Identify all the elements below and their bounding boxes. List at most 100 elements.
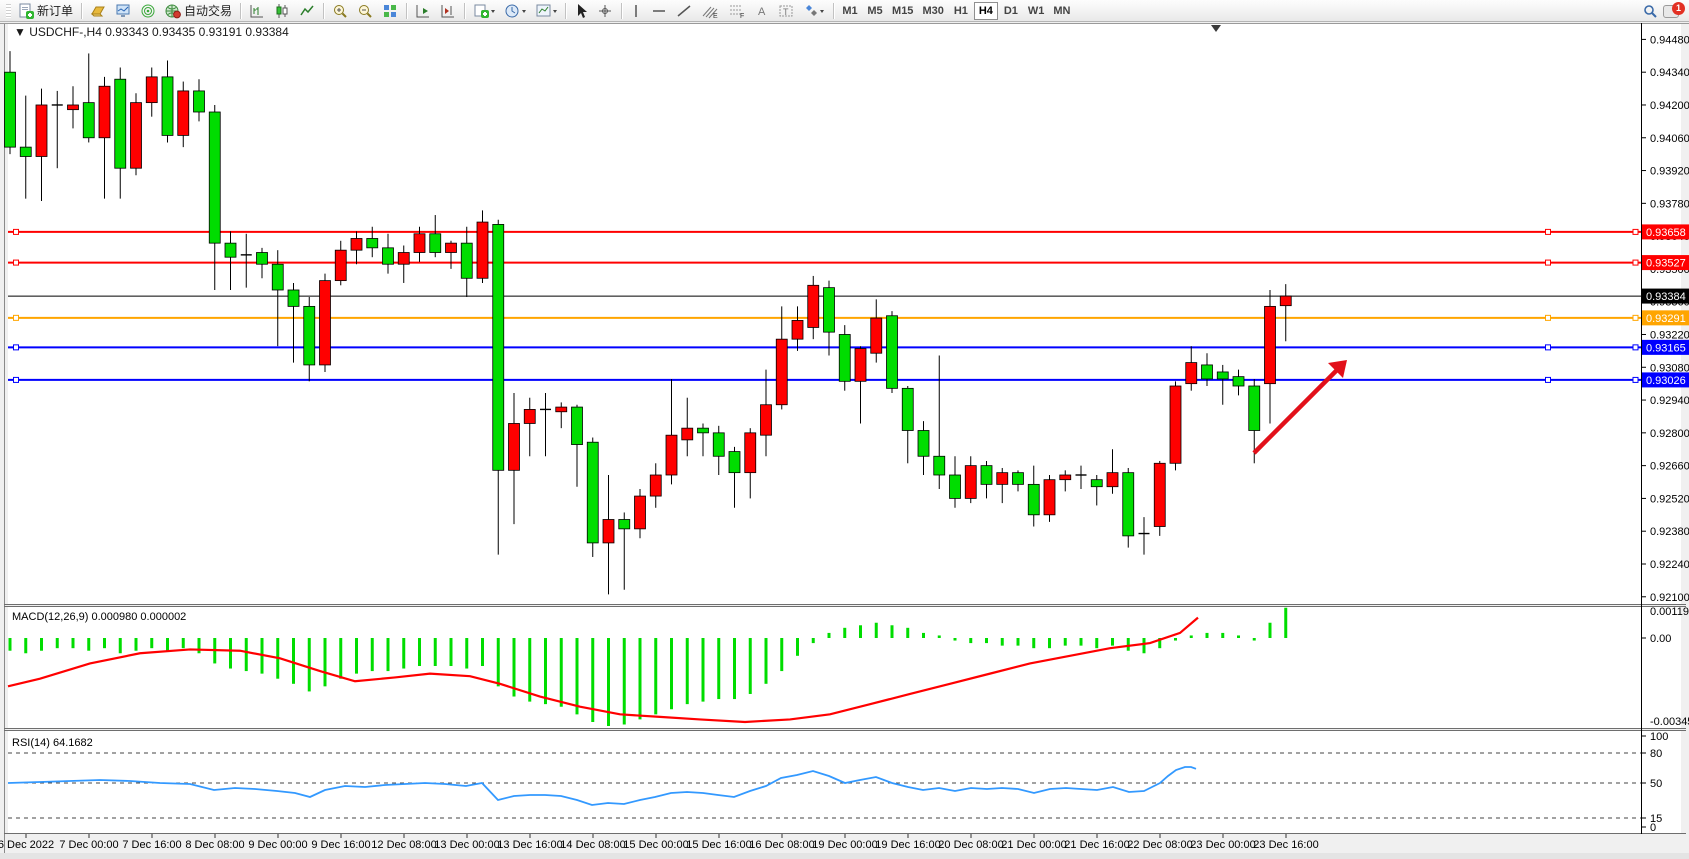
time-tick-label: 15 Dec 00:00 <box>623 839 688 851</box>
candle-bull <box>131 103 142 169</box>
vertical-line-button[interactable] <box>626 1 646 21</box>
search-button[interactable] <box>1638 1 1662 21</box>
price-tick-label: 0.92240 <box>1650 559 1689 571</box>
timeframe-D1[interactable]: D1 <box>999 2 1023 20</box>
timeframe-M30[interactable]: M30 <box>918 2 947 20</box>
fibonacci-button[interactable]: F <box>724 1 750 21</box>
time-tick-label: 23 Dec 16:00 <box>1253 839 1318 851</box>
svg-text:A: A <box>758 6 766 18</box>
price-tick-label: 0.92520 <box>1650 493 1689 505</box>
candle-bear <box>257 253 268 265</box>
time-tick-label: 21 Dec 00:00 <box>1001 839 1066 851</box>
price-tag-0.93384[interactable]: 0.93384 <box>1642 289 1689 304</box>
profile-icon <box>90 3 106 19</box>
price-tick-label: 0.94060 <box>1650 133 1689 145</box>
trendline-button[interactable] <box>672 1 696 21</box>
chart-shift-button[interactable] <box>436 1 460 21</box>
line-chart-type-button[interactable] <box>295 1 319 21</box>
price-tick-label: 0.92100 <box>1650 592 1689 604</box>
timeframe-MN[interactable]: MN <box>1049 2 1074 20</box>
market-watch-button[interactable] <box>111 1 135 21</box>
templates-button[interactable] <box>531 1 561 21</box>
candle-bear <box>587 442 598 543</box>
charts-profile-button[interactable] <box>86 1 110 21</box>
text-button[interactable]: A <box>751 1 773 21</box>
timeframe-W1[interactable]: W1 <box>1024 2 1049 20</box>
zoom-in-button[interactable] <box>328 1 352 21</box>
zoom-out-button[interactable] <box>353 1 377 21</box>
monitor-icon <box>115 3 131 19</box>
cursor-icon <box>574 3 588 19</box>
line-handle[interactable] <box>14 229 19 234</box>
candle-bear <box>918 431 929 457</box>
fibonacci-icon: F <box>728 3 746 19</box>
candle-bull <box>855 349 866 382</box>
time-tick-label: 7 Dec 16:00 <box>122 839 181 851</box>
rsi-axis-label: 50 <box>1650 778 1662 790</box>
svg-text:T: T <box>783 7 789 17</box>
text-label-button[interactable]: T <box>774 1 798 21</box>
time-axis[interactable]: 6 Dec 20227 Dec 00:007 Dec 16:008 Dec 08… <box>0 834 1689 859</box>
tile-windows-icon <box>382 3 398 19</box>
line-handle[interactable] <box>14 377 19 382</box>
candlestick-type-button[interactable] <box>270 1 294 21</box>
auto-scroll-button[interactable] <box>411 1 435 21</box>
tile-windows-button[interactable] <box>378 1 402 21</box>
line-handle[interactable] <box>1546 229 1551 234</box>
price-tick-label: 0.93780 <box>1650 198 1689 210</box>
candle-bull <box>524 409 535 423</box>
time-tick-label: 22 Dec 08:00 <box>1127 839 1192 851</box>
period-button[interactable] <box>500 1 530 21</box>
toolbar-grip[interactable] <box>6 4 11 18</box>
candle-bear <box>272 264 283 290</box>
macd-axis-zero: 0.00 <box>1650 633 1671 645</box>
horizontal-line-button[interactable] <box>647 1 671 21</box>
time-tick-label: 9 Dec 16:00 <box>311 839 370 851</box>
candle-bear <box>1217 372 1228 379</box>
line-handle[interactable] <box>1546 345 1551 350</box>
timeframe-M1[interactable]: M1 <box>838 2 862 20</box>
arrows-button[interactable] <box>799 1 829 21</box>
candle-bull <box>446 243 457 252</box>
candle-bear <box>981 466 992 485</box>
rsi-label: RSI(14) 64.1682 <box>12 737 93 749</box>
bar-chart-type-button[interactable] <box>245 1 269 21</box>
new-order-button[interactable]: 新订单 <box>14 1 77 21</box>
line-handle[interactable] <box>14 260 19 265</box>
price-tick-label: 0.93220 <box>1650 329 1689 341</box>
candle-bull <box>351 238 362 250</box>
auto-trading-label: 自动交易 <box>184 2 232 19</box>
timeframe-H1[interactable]: H1 <box>949 2 973 20</box>
candle-bull <box>1044 480 1055 515</box>
timeframe-M15[interactable]: M15 <box>888 2 917 20</box>
timeframe-H4[interactable]: H4 <box>974 2 998 20</box>
candle-bull <box>36 105 47 157</box>
new-order-label: 新订单 <box>37 2 73 19</box>
svg-text:0.93384: 0.93384 <box>1646 291 1686 303</box>
candle-bull <box>477 222 488 278</box>
time-tick-label: 7 Dec 00:00 <box>59 839 118 851</box>
price-tick-label: 0.93920 <box>1650 166 1689 178</box>
notification-button[interactable]: 1 <box>1663 2 1685 20</box>
vertical-line-icon <box>630 3 642 19</box>
svg-text:0.93527: 0.93527 <box>1646 258 1686 270</box>
equidistant-channel-button[interactable]: E <box>697 1 723 21</box>
time-tick-label: 9 Dec 00:00 <box>248 839 307 851</box>
macd-label: MACD(12,26,9) 0.000980 0.000002 <box>12 611 186 623</box>
line-handle[interactable] <box>1546 260 1551 265</box>
crosshair-button[interactable] <box>593 1 617 21</box>
line-handle[interactable] <box>1546 377 1551 382</box>
arrows-icon <box>803 3 825 19</box>
new-chart-button[interactable] <box>469 1 499 21</box>
line-handle[interactable] <box>14 345 19 350</box>
signals-button[interactable] <box>136 1 160 21</box>
price-tick-label: 0.92940 <box>1650 395 1689 407</box>
timeframe-M5[interactable]: M5 <box>863 2 887 20</box>
line-handle[interactable] <box>14 315 19 320</box>
time-tick-label: 12 Dec 08:00 <box>371 839 436 851</box>
cursor-button[interactable] <box>570 1 592 21</box>
candle-bull <box>414 234 425 253</box>
line-handle[interactable] <box>1546 315 1551 320</box>
auto-trading-button[interactable]: 自动交易 <box>161 1 236 21</box>
candle-bull <box>650 475 661 496</box>
